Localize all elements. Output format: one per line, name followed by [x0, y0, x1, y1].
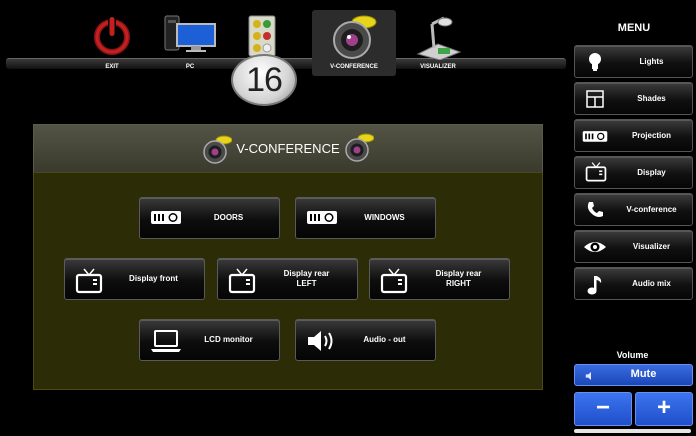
- display-rear-left-label: Display rear LEFT: [283, 269, 330, 288]
- audio-out-button[interactable]: Audio - out: [295, 319, 436, 361]
- menu-item-label: Shades: [637, 94, 666, 103]
- window-icon: [585, 89, 605, 114]
- webcam-icon: [330, 14, 378, 65]
- tv-icon: [75, 267, 103, 300]
- display-front-label: Display front: [129, 274, 178, 283]
- lcd-monitor-label: LCD monitor: [204, 335, 253, 344]
- top-nav-label: EXIT: [105, 64, 119, 70]
- windows-label: WINDOWS: [364, 213, 405, 222]
- lcd-monitor-button[interactable]: LCD monitor: [139, 319, 280, 361]
- visualizer-icon: [414, 14, 462, 65]
- windows-button[interactable]: WINDOWS: [295, 197, 436, 239]
- tv-icon: [380, 267, 408, 300]
- room-number-badge: 16: [231, 54, 297, 106]
- music-note-icon: [585, 274, 605, 301]
- menu-title: MENU: [617, 22, 651, 34]
- pc-icon: [161, 14, 219, 59]
- top-nav-label: VISUALIZER: [420, 64, 456, 70]
- projector-icon: [150, 206, 182, 233]
- menu-item-label: Audio mix: [632, 279, 671, 288]
- power-icon: [91, 14, 133, 61]
- phone-icon: [585, 200, 605, 225]
- volume-up-button[interactable]: +: [635, 392, 693, 426]
- volume-level-bar[interactable]: [574, 429, 691, 433]
- menu-item-label: Visualizer: [632, 242, 671, 251]
- display-rear-left-button[interactable]: Display rear LEFT: [217, 258, 358, 300]
- visualizer-nav-button[interactable]: VISUALIZER: [396, 10, 480, 76]
- mute-button[interactable]: Mute: [574, 364, 693, 386]
- top-nav-label: V-CONFERENCE: [330, 64, 378, 70]
- display-rear-right-button[interactable]: Display rear RIGHT: [369, 258, 510, 300]
- tv-icon: [585, 160, 607, 189]
- menu-item-label: Projection: [631, 131, 672, 140]
- menu-item-shades[interactable]: Shades: [574, 82, 693, 115]
- projector-icon: [306, 206, 338, 233]
- display-rear-right-label: Display rear RIGHT: [435, 269, 482, 288]
- doors-label: DOORS: [213, 213, 244, 222]
- display-front-button[interactable]: Display front: [64, 258, 205, 300]
- laptop-icon: [150, 328, 182, 359]
- menu-item-label: V-conference: [626, 205, 677, 214]
- menu-item-v-conference[interactable]: V-conference: [574, 193, 693, 226]
- projector-icon: [581, 127, 609, 150]
- menu-item-projection[interactable]: Projection: [574, 119, 693, 152]
- panel-header: V-CONFERENCE: [33, 124, 543, 174]
- webcam-icon: [344, 133, 375, 168]
- speaker-icon: [306, 328, 336, 359]
- panel-title: V-CONFERENCE: [236, 141, 340, 156]
- doors-button[interactable]: DOORS: [139, 197, 280, 239]
- menu-item-label: Lights: [639, 57, 664, 66]
- menu-item-visualizer[interactable]: Visualizer: [574, 230, 693, 263]
- exit-button[interactable]: EXIT: [70, 10, 154, 76]
- menu-item-lights[interactable]: Lights: [574, 45, 693, 78]
- bulb-icon: [585, 52, 605, 77]
- menu-item-label: Display: [637, 168, 666, 177]
- mute-label: Mute: [630, 368, 657, 380]
- v-conference-nav-button[interactable]: V-CONFERENCE: [312, 10, 396, 76]
- menu-item-display[interactable]: Display: [574, 156, 693, 189]
- menu-item-audio-mix[interactable]: Audio mix: [574, 267, 693, 300]
- tv-icon: [228, 267, 256, 300]
- volume-title: Volume: [616, 350, 649, 360]
- speaker-icon: [585, 369, 597, 387]
- audio-out-label: Audio - out: [363, 335, 406, 344]
- volume-down-button[interactable]: −: [574, 392, 632, 426]
- eye-icon: [583, 237, 607, 262]
